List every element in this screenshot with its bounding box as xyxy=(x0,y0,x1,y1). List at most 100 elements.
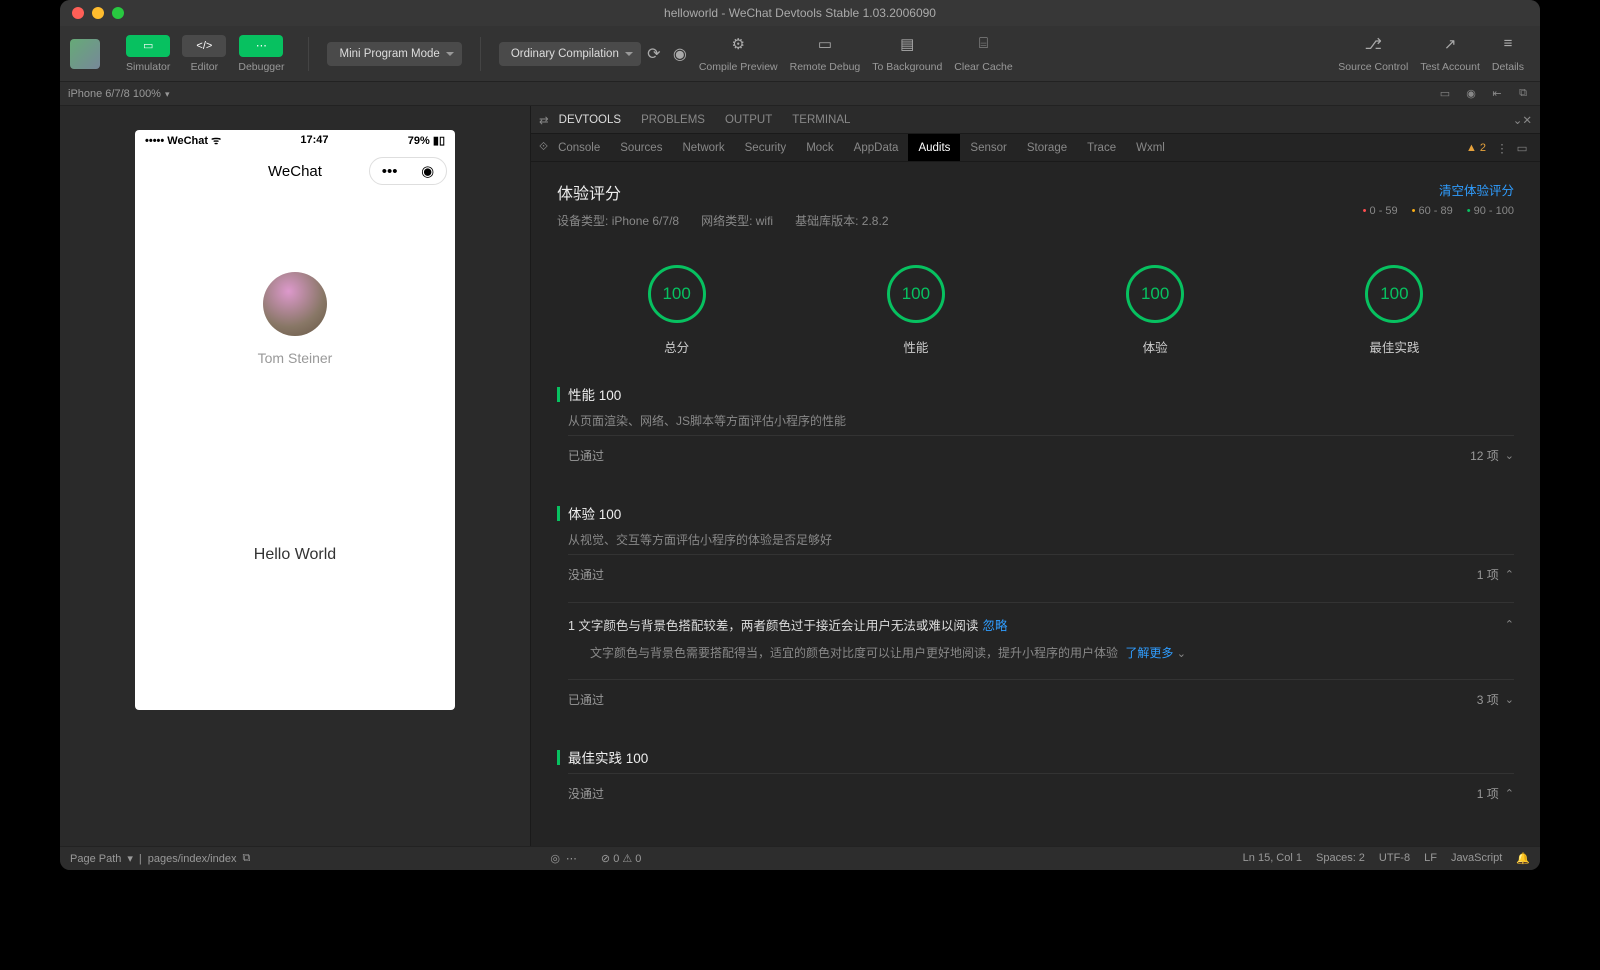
chevron-up-icon: ⌃ xyxy=(1505,787,1514,800)
bp-failed-row[interactable]: 没通过 1 项 ⌃ xyxy=(568,773,1514,813)
avatar xyxy=(263,272,327,336)
window-title: helloworld - WeChat Devtools Stable 1.03… xyxy=(664,6,936,20)
score-total: 100总分 xyxy=(648,265,706,356)
bell-icon[interactable]: 🔔 xyxy=(1516,852,1530,865)
eol[interactable]: LF xyxy=(1424,852,1437,865)
mode-dropdown[interactable]: Mini Program Mode xyxy=(327,42,461,66)
devtools-tabs: ⇄ DEVTOOLS PROBLEMS OUTPUT TERMINAL ⌄ ✕ xyxy=(531,106,1540,134)
section-experience: 体验 100 从视觉、交互等方面评估小程序的体验是否足够好 没通过 1 项 ⌃ … xyxy=(557,503,1514,719)
section-bestpractice: 最佳实践 100 没通过 1 项 ⌃ xyxy=(557,747,1514,813)
score-bp: 100最佳实践 xyxy=(1365,265,1423,356)
subtab-network[interactable]: Network xyxy=(672,134,734,161)
compile-preview-button[interactable]: ⚙Compile Preview xyxy=(699,35,778,73)
chevron-down-icon: ⌄ xyxy=(1505,693,1514,706)
rotate-icon[interactable]: ▭ xyxy=(1436,85,1454,103)
target-icon[interactable]: ◉ xyxy=(421,162,434,180)
subtab-trace[interactable]: Trace xyxy=(1077,134,1126,161)
chevron-down-icon: ⌄ xyxy=(1505,449,1514,462)
page-path-label: Page Path xyxy=(70,853,121,865)
username-label: Tom Steiner xyxy=(258,350,333,366)
device-bar: iPhone 6/7/8 100% ▭ ◉ ⇤ ⧉ xyxy=(60,82,1540,106)
exp-failed-row[interactable]: 没通过 1 项 ⌃ xyxy=(568,554,1514,594)
device-selector[interactable]: iPhone 6/7/8 100% xyxy=(68,88,170,100)
details-button[interactable]: ≡Details xyxy=(1492,35,1524,73)
tune-icon[interactable]: ⇄ xyxy=(539,113,549,127)
mute-icon[interactable]: ⇤ xyxy=(1488,85,1506,103)
score-legend: 0 - 59 60 - 89 90 - 100 xyxy=(1363,205,1514,217)
learn-more-link[interactable]: 了解更多 xyxy=(1125,646,1173,660)
chevron-up-icon[interactable]: ⌃ xyxy=(1505,618,1514,631)
audit-title: 体验评分 xyxy=(557,180,889,204)
chevron-up-icon: ⌃ xyxy=(1505,568,1514,581)
devtools-pane: ⇄ DEVTOOLS PROBLEMS OUTPUT TERMINAL ⌄ ✕ … xyxy=(530,106,1540,846)
indent-setting[interactable]: Spaces: 2 xyxy=(1316,852,1365,865)
exp-passed-row[interactable]: 已通过 3 项 ⌄ xyxy=(568,679,1514,719)
problems-count[interactable]: ⊘ 0 ⚠ 0 xyxy=(601,852,641,865)
score-row: 100总分 100性能 100体验 100最佳实践 xyxy=(557,265,1514,356)
refresh-icon[interactable]: ⟳ xyxy=(641,42,667,66)
capsule[interactable]: ••• ◉ xyxy=(369,157,447,185)
subtab-storage[interactable]: Storage xyxy=(1017,134,1077,161)
subtab-sources[interactable]: Sources xyxy=(610,134,672,161)
record-icon[interactable]: ◉ xyxy=(1462,85,1480,103)
user-avatar[interactable] xyxy=(70,39,100,69)
hello-label: Hello World xyxy=(254,546,336,564)
subtab-security[interactable]: Security xyxy=(735,134,797,161)
pop-out-icon[interactable]: ⧉ xyxy=(1514,85,1532,103)
simulator-button[interactable]: ▭Simulator xyxy=(126,35,170,73)
tab-devtools[interactable]: DEVTOOLS xyxy=(549,106,631,133)
score-exp: 100体验 xyxy=(1126,265,1184,356)
remote-debug-button[interactable]: ▭Remote Debug xyxy=(790,35,861,73)
subtab-wxml[interactable]: Wxml xyxy=(1126,134,1175,161)
source-control-button[interactable]: ⎇Source Control xyxy=(1338,35,1408,73)
language-mode[interactable]: JavaScript xyxy=(1451,852,1502,865)
subtab-console[interactable]: Console xyxy=(548,134,610,161)
tab-terminal[interactable]: TERMINAL xyxy=(782,106,860,133)
subtab-appdata[interactable]: AppData xyxy=(844,134,909,161)
issue-contrast: 1 文字颜色与背景色搭配较差，两者颜色过于接近会让用户无法或难以阅读 忽略 ⌃ … xyxy=(568,602,1514,673)
subtab-audits[interactable]: Audits xyxy=(908,134,960,161)
devtools-subtabs: ⟐ Console Sources Network Security Mock … xyxy=(531,134,1540,162)
main-toolbar: ▭Simulator </>Editor ⋯Debugger Mini Prog… xyxy=(60,26,1540,82)
eye-icon[interactable]: ◎ xyxy=(550,852,560,865)
preview-icon[interactable]: ◉ xyxy=(667,42,693,66)
status-bar: Page Path▾ | pages/index/index ⧉ ◎ ⋯ ⊘ 0… xyxy=(60,846,1540,870)
maximize-icon[interactable] xyxy=(112,7,124,19)
test-account-button[interactable]: ↗Test Account xyxy=(1420,35,1480,73)
chevron-down-icon: ⌄ xyxy=(1177,648,1186,660)
simulator-pane: ••••• WeChat ᯤ 17:47 79% ▮▯ WeChat ••• ◉… xyxy=(60,106,530,846)
encoding[interactable]: UTF-8 xyxy=(1379,852,1410,865)
compilation-dropdown[interactable]: Ordinary Compilation xyxy=(499,42,641,66)
warning-badge[interactable]: ▲ 2 xyxy=(1466,142,1486,154)
more-icon[interactable]: ⋮ xyxy=(1492,141,1512,155)
subtab-mock[interactable]: Mock xyxy=(796,134,843,161)
perf-passed-row[interactable]: 已通过 12 项 ⌄ xyxy=(568,435,1514,475)
clear-cache-button[interactable]: ⌸Clear Cache xyxy=(954,35,1012,73)
editor-button[interactable]: </>Editor xyxy=(182,35,226,73)
minimize-icon[interactable] xyxy=(92,7,104,19)
copy-icon[interactable]: ⧉ xyxy=(242,852,250,865)
section-performance: 性能 100 从页面渲染、网络、JS脚本等方面评估小程序的性能 已通过 12 项… xyxy=(557,384,1514,475)
phone-navbar: WeChat ••• ◉ xyxy=(135,150,455,192)
titlebar: helloworld - WeChat Devtools Stable 1.03… xyxy=(60,0,1540,26)
clear-audit-link[interactable]: 清空体验评分 xyxy=(1439,180,1514,199)
close-panel-icon[interactable]: ✕ xyxy=(1522,113,1532,127)
score-perf: 100性能 xyxy=(887,265,945,356)
nav-title: WeChat xyxy=(268,163,322,180)
tab-problems[interactable]: PROBLEMS xyxy=(631,106,715,133)
dock-icon[interactable]: ▭ xyxy=(1512,141,1532,155)
phone-statusbar: ••••• WeChat ᯤ 17:47 79% ▮▯ xyxy=(135,130,455,150)
to-background-button[interactable]: ▤To Background xyxy=(872,35,942,73)
cursor-pos[interactable]: Ln 15, Col 1 xyxy=(1243,852,1302,865)
debugger-button[interactable]: ⋯Debugger xyxy=(238,35,284,73)
inspect-icon[interactable]: ⟐ xyxy=(539,141,548,154)
tab-output[interactable]: OUTPUT xyxy=(715,106,782,133)
close-icon[interactable] xyxy=(72,7,84,19)
chevron-down-icon[interactable]: ⌄ xyxy=(1513,113,1523,127)
subtab-sensor[interactable]: Sensor xyxy=(960,134,1016,161)
phone-frame: ••••• WeChat ᯤ 17:47 79% ▮▯ WeChat ••• ◉… xyxy=(135,130,455,710)
page-path-value: pages/index/index xyxy=(148,853,237,865)
menu-icon[interactable]: ••• xyxy=(382,163,398,180)
ignore-link[interactable]: 忽略 xyxy=(982,615,1007,634)
audit-meta: 设备类型: iPhone 6/7/8 网络类型: wifi 基础库版本: 2.8… xyxy=(557,212,889,229)
